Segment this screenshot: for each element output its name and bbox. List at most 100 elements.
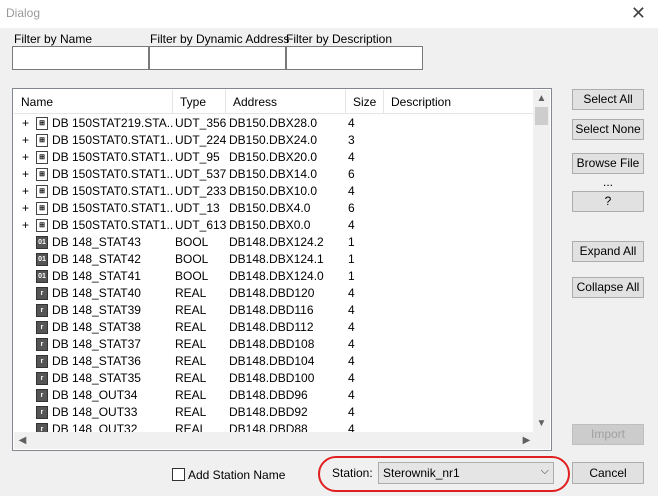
cell-name: DB 150STAT219.STA...	[52, 116, 173, 130]
select-none-button[interactable]: Select None	[572, 119, 644, 140]
expand-icon[interactable]: +	[22, 166, 32, 183]
cell-type: BOOL	[175, 235, 209, 249]
table-row[interactable]: r DB 148_STAT36 REAL DB148.DBD104 4	[14, 353, 535, 370]
browse-file-button[interactable]: Browse File ...	[572, 153, 644, 189]
cell-address: DB148.DBD108	[229, 337, 315, 351]
table-row[interactable]: r DB 148_OUT34 REAL DB148.DBD96 4	[14, 387, 535, 404]
table-row[interactable]: 01 DB 148_STAT43 BOOL DB148.DBX124.2 1	[14, 234, 535, 251]
cell-type: BOOL	[175, 269, 209, 283]
cell-description	[391, 132, 535, 149]
collapse-all-button[interactable]: Collapse All	[572, 277, 644, 298]
cell-description	[391, 285, 535, 302]
column-header-name[interactable]: Name	[14, 90, 173, 114]
station-select[interactable]: Sterownik_nr1 ⌵	[378, 462, 554, 484]
cell-size: 4	[348, 218, 355, 232]
udt-icon: ⊞	[36, 151, 48, 164]
cell-size: 3	[348, 133, 355, 147]
cell-address: DB148.DBD100	[229, 371, 315, 385]
filter-address-input[interactable]	[149, 46, 286, 70]
expand-icon[interactable]: +	[22, 183, 32, 200]
cell-name: DB 150STAT0.STAT1....	[52, 218, 173, 232]
vertical-scrollbar[interactable]: ▲ ▼	[533, 90, 550, 432]
expand-icon[interactable]: +	[22, 200, 32, 217]
column-header-size[interactable]: Size	[346, 90, 384, 114]
cell-address: DB148.DBX124.0	[229, 269, 324, 283]
real-icon: r	[36, 406, 48, 419]
bool-icon: 01	[36, 253, 48, 266]
table-row[interactable]: + ⊞ DB 150STAT219.STA... UDT_356 DB150.DBX28…	[14, 115, 535, 132]
scroll-thumb[interactable]	[535, 107, 548, 125]
cell-name: DB 150STAT0.STAT1....	[52, 201, 173, 215]
expand-icon[interactable]: +	[22, 217, 32, 234]
real-icon: r	[36, 372, 48, 385]
cell-description	[391, 404, 535, 421]
real-icon: r	[36, 321, 48, 334]
table-row[interactable]: + ⊞ DB 150STAT0.STAT1.... UDT_13 DB150.DBX4.…	[14, 200, 535, 217]
cell-name: DB 148_STAT43	[52, 235, 141, 249]
cell-address: DB150.DBX10.0	[229, 184, 318, 198]
table-row[interactable]: r DB 148_STAT37 REAL DB148.DBD108 4	[14, 336, 535, 353]
expand-icon[interactable]: +	[22, 132, 32, 149]
scroll-down-icon[interactable]: ▼	[533, 415, 550, 432]
close-icon[interactable]: ✕	[631, 3, 646, 24]
title-bar: Dialog ✕	[0, 0, 658, 28]
cell-type: UDT_224	[175, 133, 226, 147]
table-row[interactable]: r DB 148_STAT35 REAL DB148.DBD100 4	[14, 370, 535, 387]
cell-address: DB150.DBX28.0	[229, 116, 318, 130]
udt-icon: ⊞	[36, 134, 48, 147]
cell-name: DB 148_STAT42	[52, 252, 141, 266]
cell-address: DB148.DBD96	[229, 388, 308, 402]
real-icon: r	[36, 338, 48, 351]
cell-address: DB148.DBX124.2	[229, 235, 324, 249]
cell-name: DB 148_STAT36	[52, 354, 141, 368]
cell-type: REAL	[175, 371, 207, 385]
scroll-left-icon[interactable]: ◀	[14, 432, 31, 449]
expand-icon[interactable]: +	[22, 149, 32, 166]
expand-icon[interactable]: +	[22, 115, 32, 132]
variable-list[interactable]: Name Type Address Size Description + ⊞ DB …	[12, 88, 552, 451]
udt-icon: ⊞	[36, 185, 48, 198]
table-row[interactable]: + ⊞ DB 150STAT0.STAT1.... UDT_537 DB150.DBX1…	[14, 166, 535, 183]
horizontal-scrollbar[interactable]: ◀ ▶	[14, 432, 535, 449]
cell-type: REAL	[175, 354, 207, 368]
cell-size: 4	[348, 371, 355, 385]
table-row[interactable]: + ⊞ DB 150STAT0.STAT1.... UDT_95 DB150.DBX20…	[14, 149, 535, 166]
cell-name: DB 150STAT0.STAT1....	[52, 150, 173, 164]
cell-name: DB 148_STAT41	[52, 269, 141, 283]
cell-type: REAL	[175, 303, 207, 317]
table-row[interactable]: 01 DB 148_STAT42 BOOL DB148.DBX124.1 1	[14, 251, 535, 268]
cell-name: DB 150STAT0.STAT1....	[52, 184, 173, 198]
table-row[interactable]: r DB 148_STAT40 REAL DB148.DBD120 4	[14, 285, 535, 302]
window-title: Dialog	[6, 6, 41, 20]
column-header-type[interactable]: Type	[173, 90, 226, 114]
udt-icon: ⊞	[36, 219, 48, 232]
table-row[interactable]: + ⊞ DB 150STAT0.STAT1.... UDT_233 DB150.DBX1…	[14, 183, 535, 200]
scroll-up-icon[interactable]: ▲	[533, 90, 550, 107]
table-row[interactable]: r DB 148_OUT33 REAL DB148.DBD92 4	[14, 404, 535, 421]
table-row[interactable]: 01 DB 148_STAT41 BOOL DB148.DBX124.0 1	[14, 268, 535, 285]
table-row[interactable]: + ⊞ DB 150STAT0.STAT1.... UDT_224 DB150.DBX2…	[14, 132, 535, 149]
table-row[interactable]: r DB 148_STAT39 REAL DB148.DBD116 4	[14, 302, 535, 319]
filter-description-input[interactable]	[286, 46, 423, 70]
table-row[interactable]: r DB 148_STAT38 REAL DB148.DBD112 4	[14, 319, 535, 336]
filter-description-label: Filter by Description	[286, 32, 393, 46]
filter-name-input[interactable]	[12, 46, 149, 70]
cell-address: DB148.DBD92	[229, 405, 308, 419]
column-header-description[interactable]: Description	[384, 90, 535, 114]
expand-all-button[interactable]: Expand All	[572, 241, 644, 262]
select-all-button[interactable]: Select All	[572, 89, 644, 110]
cell-address: DB150.DBX20.0	[229, 150, 318, 164]
scrollbar-corner	[533, 432, 550, 449]
column-header-address[interactable]: Address	[226, 90, 346, 114]
chevron-down-icon[interactable]: ⌵	[541, 465, 549, 478]
add-station-checkbox[interactable]	[172, 468, 185, 481]
cell-size: 1	[348, 252, 355, 266]
cell-address: DB150.DBX14.0	[229, 167, 318, 181]
cell-size: 4	[348, 150, 355, 164]
help-button[interactable]: ?	[572, 191, 644, 212]
table-row[interactable]: + ⊞ DB 150STAT0.STAT1.... UDT_613 DB150.DBX0…	[14, 217, 535, 234]
import-button[interactable]: Import	[572, 424, 644, 445]
cancel-button[interactable]: Cancel	[572, 462, 644, 484]
cell-description	[391, 115, 535, 132]
cell-name: DB 148_STAT40	[52, 286, 141, 300]
